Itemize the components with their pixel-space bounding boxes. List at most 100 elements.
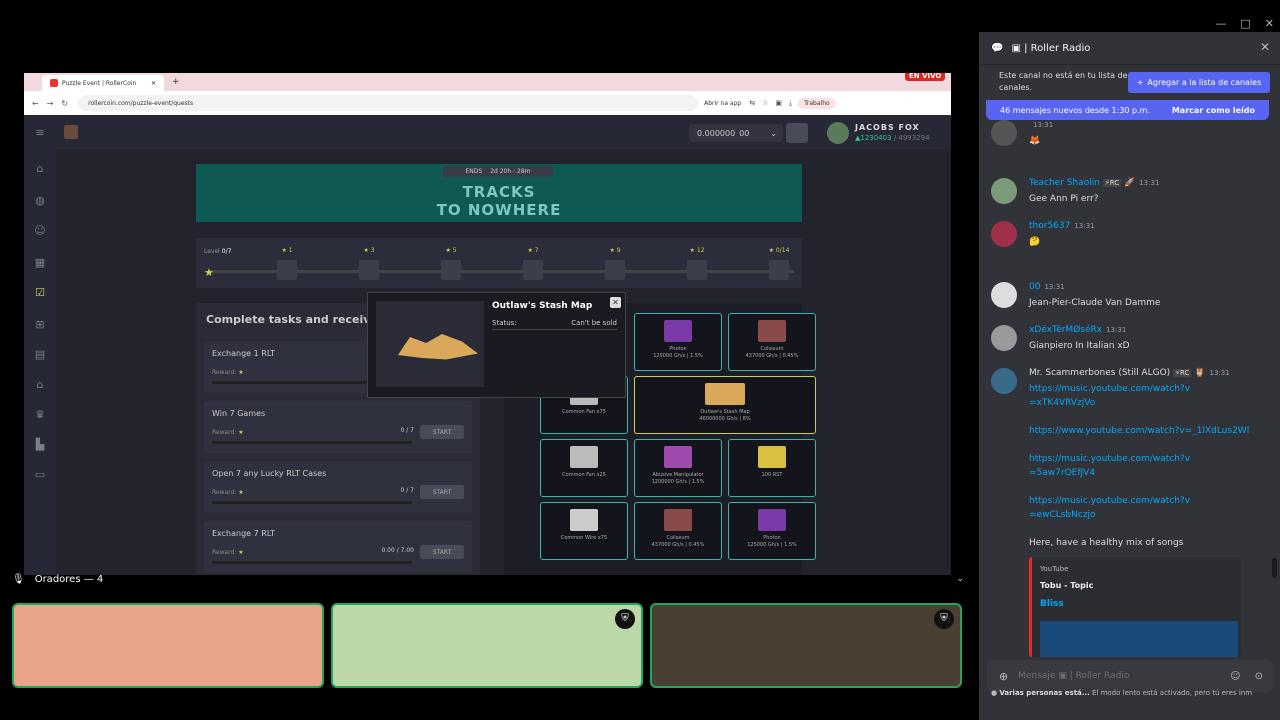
maximize-icon[interactable]: □ [1240, 17, 1250, 30]
activities-icon[interactable]: ⊙ [1255, 671, 1263, 682]
reload-icon[interactable]: ↻ [61, 99, 68, 108]
tab-close-icon[interactable]: ✕ [151, 80, 156, 87]
reward-card[interactable]: Common Wire x75 [540, 502, 628, 560]
avatar[interactable] [991, 178, 1017, 204]
back-icon[interactable]: ← [32, 99, 39, 108]
author[interactable]: Teacher Shaolin [1029, 178, 1100, 188]
reward-card[interactable]: Coliseum 437000 Gh/s | 0.45% [728, 313, 816, 371]
level-reward[interactable] [277, 260, 297, 280]
message-input[interactable]: ⊕ Mensaje ▣ | Roller Radio ☺ ⊙ [987, 660, 1273, 692]
level-reward[interactable] [359, 260, 379, 280]
chat-scrollbar[interactable] [1272, 558, 1277, 578]
task-start-button[interactable]: START [420, 425, 464, 439]
message-text: Gee Ann Pi err? [1029, 194, 1099, 204]
reward-card[interactable]: Common Fan x25 [540, 439, 628, 497]
message-text: Gianpiero In Italian xD [1029, 341, 1130, 351]
new-messages-text: 46 mensajes nuevos desde 1:30 p.m. [1000, 105, 1151, 115]
profile-button[interactable]: Trabalho [798, 97, 836, 109]
embed-thumbnail[interactable] [1040, 621, 1238, 657]
avatar[interactable] [991, 221, 1017, 247]
avatar[interactable] [991, 120, 1017, 146]
building-icon[interactable]: ▙ [34, 439, 46, 451]
link[interactable]: https://music.youtube.com/watch?v=ewCLsb… [1029, 494, 1194, 522]
task-start-button[interactable]: START [420, 545, 464, 559]
reward-card[interactable]: 100 RST [728, 439, 816, 497]
translate-icon[interactable]: ⇆ [749, 99, 755, 108]
author[interactable]: Mr. Scammerbones (Still ALGO) [1029, 368, 1170, 378]
embed-site: YouTube [1040, 565, 1069, 573]
reward-card[interactable]: Photon 125000 Gh/s | 1.5% [728, 502, 816, 560]
minimize-icon[interactable]: — [1215, 17, 1226, 30]
level-reward[interactable] [769, 260, 789, 280]
new-tab-icon[interactable]: + [172, 77, 180, 87]
screen-share[interactable]: Puzzle Event | RollerCoin ✕ + EN VIVO ← … [24, 73, 951, 575]
level-reward[interactable] [605, 260, 625, 280]
avatar[interactable] [991, 325, 1017, 351]
link[interactable]: https://music.youtube.com/watch?v=5aw7rQ… [1029, 452, 1194, 480]
reward-card[interactable]: Coliseum 437000 Gh/s | 0.45% [634, 502, 722, 560]
menu-icon[interactable]: ≡ [34, 127, 46, 139]
bank-icon[interactable]: ⌂ [34, 379, 46, 391]
reward-card-featured[interactable]: Outlaw's Stash Map 46000000 Gh/s | 8% [634, 376, 816, 434]
cart-icon[interactable]: ⊞ [34, 319, 46, 331]
embed-channel[interactable]: Tobu - Topic [1040, 581, 1093, 590]
open-in-app-button[interactable]: Abrir na app [704, 100, 741, 107]
speaker-tile[interactable]: ⛨ [650, 603, 962, 688]
gamepad-icon[interactable]: ◍ [34, 195, 46, 207]
quests-icon[interactable]: ☑ [34, 287, 46, 299]
wallet-button[interactable] [786, 123, 808, 143]
calendar-icon[interactable]: ▦ [34, 257, 46, 269]
forward-icon[interactable]: → [47, 99, 54, 108]
author[interactable]: 00 [1029, 282, 1040, 292]
author[interactable]: xDëxTërMØséRx [1029, 325, 1102, 335]
close-chat-icon[interactable]: ✕ [1260, 40, 1270, 54]
microphone-icon: 🎙 [12, 573, 25, 585]
reward-name: Coliseum [666, 535, 690, 541]
speaker-tile[interactable]: ⛨ [331, 603, 643, 688]
ticket-icon[interactable]: ▭ [34, 469, 46, 481]
plus-icon: + [1136, 78, 1144, 87]
ends-label: ENDS [465, 168, 483, 175]
grid-icon[interactable]: ▤ [34, 349, 46, 361]
game-page: ≡ ⌂ ◍ ☺ ▦ ☑ ⊞ ▤ ⌂ ♛ ▙ ▭ 0.000000 00 ⌄ JA… [24, 115, 951, 575]
level-reward[interactable] [687, 260, 707, 280]
url-field[interactable]: rollercoin.com/puzzle-event/quests [78, 95, 699, 111]
reward-card[interactable]: Photon 125000 Gh/s | 1.5% [634, 313, 722, 371]
level-reward[interactable] [441, 260, 461, 280]
level-reward[interactable] [523, 260, 543, 280]
rollercoin-logo[interactable] [64, 125, 78, 139]
link[interactable]: https://www.youtube.com/watch?v=_1lXdLus… [1029, 424, 1274, 438]
new-messages-bar[interactable]: 46 mensajes nuevos desde 1:30 p.m. Marca… [986, 100, 1269, 120]
extensions-icon[interactable]: ▣ [775, 99, 782, 108]
avatar[interactable] [991, 368, 1017, 394]
trophy-icon[interactable]: ♛ [34, 409, 46, 421]
user-icon[interactable]: ☺ [34, 225, 46, 237]
reward-stat: 125000 Gh/s | 1.5% [653, 353, 703, 359]
mark-read-button[interactable]: Marcar como leído [1172, 106, 1255, 115]
star-icon[interactable]: ☆ [762, 99, 768, 108]
balance-selector[interactable]: 0.000000 00 ⌄ [689, 124, 783, 142]
avatar[interactable] [827, 122, 849, 144]
app-window: — □ ✕ Puzzle Event | RollerCoin ✕ + EN V… [0, 0, 1280, 720]
add-attachment-icon[interactable]: ⊕ [999, 670, 1008, 683]
download-icon[interactable]: ⤓ [789, 99, 792, 108]
close-window-icon[interactable]: ✕ [1265, 17, 1274, 30]
avatar[interactable] [991, 282, 1017, 308]
emoji-picker-icon[interactable]: ☺ [1230, 671, 1240, 682]
task-start-button[interactable]: START [420, 485, 464, 499]
author[interactable]: thor5637 [1029, 221, 1070, 231]
event-title-line1: TRACKS [462, 183, 536, 201]
speaker-tile[interactable] [12, 603, 324, 688]
reward-card[interactable]: Abusive Manipulator 1200000 Gh/s | 1.5% [634, 439, 722, 497]
link[interactable]: https://music.youtube.com/watch?v=xTK4VR… [1029, 382, 1194, 410]
timestamp: 13:31 [1106, 326, 1127, 334]
chevron-down-icon[interactable]: ⌄ [956, 574, 964, 584]
browser-tab[interactable]: Puzzle Event | RollerCoin ✕ [42, 75, 164, 91]
browser-tabbar: Puzzle Event | RollerCoin ✕ + [24, 73, 951, 91]
embed-title[interactable]: Bliss [1040, 599, 1064, 609]
reward-image [664, 446, 692, 468]
popup-close-icon[interactable]: ✕ [610, 297, 621, 308]
chat-header: 💬 ▣ | Roller Radio ✕ [979, 32, 1280, 65]
add-channel-button[interactable]: + Agregar a la lista de canales [1128, 72, 1270, 93]
home-icon[interactable]: ⌂ [34, 163, 46, 175]
